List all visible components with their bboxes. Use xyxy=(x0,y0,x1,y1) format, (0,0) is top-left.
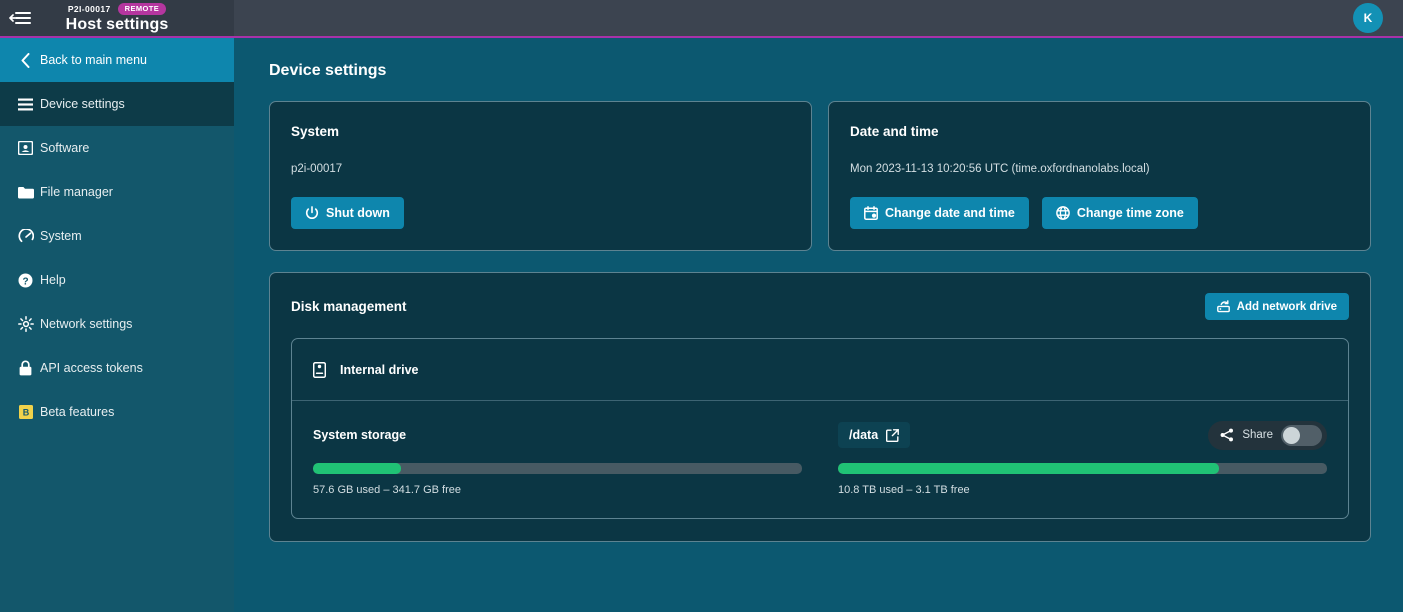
volume-usage-text: 57.6 GB used – 341.7 GB free xyxy=(313,484,461,496)
date-time-card: Date and time Mon 2023-11-13 10:20:56 UT… xyxy=(828,101,1371,251)
software-icon xyxy=(11,141,40,155)
system-card-actions: Shut down xyxy=(291,197,790,229)
volume-name: System storage xyxy=(313,428,407,442)
sidebar-item-label: System xyxy=(40,229,82,243)
volume-usage-fill xyxy=(313,463,402,474)
sidebar-item-device-settings[interactable]: Device settings xyxy=(0,82,234,126)
sidebar-item-label: Back to main menu xyxy=(40,53,147,67)
host-identity: P2I-00017 REMOTE Host settings xyxy=(40,3,234,33)
change-date-and-time-button[interactable]: Change date and time xyxy=(850,197,1029,229)
share-icon xyxy=(1220,428,1234,442)
main-content: Device settings System p2i-00017 Shut do… xyxy=(234,38,1403,612)
volume-usage-text: 10.8 TB used – 3.1 TB free xyxy=(838,484,970,496)
network-icon xyxy=(11,316,40,332)
share-toggle[interactable]: Share xyxy=(1208,420,1327,450)
host-id: P2I-00017 xyxy=(67,3,111,14)
top-cards-row: System p2i-00017 Shut down Date and time… xyxy=(269,101,1371,251)
avatar[interactable]: K xyxy=(1353,3,1383,33)
volume-usage-bar xyxy=(313,463,802,474)
volume-path-button[interactable]: /data xyxy=(838,422,911,448)
sidebar-item-back-to-main-menu[interactable]: Back to main menu xyxy=(0,38,234,82)
list-icon xyxy=(11,98,40,111)
system-card-title: System xyxy=(291,124,340,139)
current-date-time: Mon 2023-11-13 10:20:56 UTC (time.oxford… xyxy=(850,163,1150,175)
top-bar-left: P2I-00017 REMOTE Host settings xyxy=(0,0,234,36)
svg-text:?: ? xyxy=(22,276,28,287)
internal-drive-volumes: System storage 57.6 GB used – 341.7 GB f… xyxy=(292,401,1348,518)
folder-icon xyxy=(11,186,40,199)
lock-icon xyxy=(11,360,40,376)
volume-header: System storage xyxy=(313,421,802,449)
status-badge: REMOTE xyxy=(117,3,167,15)
change-time-zone-button-label: Change time zone xyxy=(1076,206,1184,220)
sidebar-item-api-access-tokens[interactable]: API access tokens xyxy=(0,346,234,390)
sidebar-item-label: Device settings xyxy=(40,97,125,111)
sidebar-item-label: Help xyxy=(40,273,66,287)
host-settings-app: P2I-00017 REMOTE Host settings K Back to… xyxy=(0,0,1403,612)
sidebar-item-label: API access tokens xyxy=(40,361,143,375)
top-bar: P2I-00017 REMOTE Host settings K xyxy=(0,0,1403,38)
help-icon: ? xyxy=(11,273,40,288)
page-header-title: Host settings xyxy=(65,16,169,33)
share-switch-knob xyxy=(1283,426,1300,444)
volume-header: /data Share xyxy=(838,420,1327,450)
sidebar-item-label: Network settings xyxy=(40,317,133,331)
page-title: Device settings xyxy=(269,62,387,79)
internal-drive-panel: Internal drive System storage 57.6 GB us… xyxy=(291,338,1349,519)
volume-usage-bar xyxy=(838,463,1327,474)
volume-path-label: /data xyxy=(849,428,879,442)
sidebar-item-system[interactable]: System xyxy=(0,214,234,258)
internal-drive-label: Internal drive xyxy=(340,362,419,377)
share-toggle-label: Share xyxy=(1242,429,1273,441)
shut-down-button-label: Shut down xyxy=(326,206,390,220)
svg-text:B: B xyxy=(22,408,29,418)
sidebar-item-label: Beta features xyxy=(40,405,115,419)
disk-management-card: Disk management Add network drive Intern… xyxy=(269,272,1371,542)
external-link-icon xyxy=(886,428,900,442)
app-body: Back to main menu Device settings Softwa… xyxy=(0,38,1403,612)
sidebar-item-label: File manager xyxy=(40,185,113,199)
share-switch[interactable] xyxy=(1281,424,1322,446)
sidebar-item-file-manager[interactable]: File manager xyxy=(0,170,234,214)
add-network-drive-button[interactable]: Add network drive xyxy=(1204,293,1349,320)
add-network-drive-button-label: Add network drive xyxy=(1236,300,1337,313)
date-time-card-actions: Change date and time Change time zone xyxy=(850,197,1349,229)
shut-down-button[interactable]: Shut down xyxy=(291,197,404,229)
collapse-sidebar-icon[interactable] xyxy=(0,10,40,26)
chevron-left-icon xyxy=(11,52,40,68)
sidebar-item-label: Software xyxy=(40,141,90,155)
sidebar-item-beta-features[interactable]: B Beta features xyxy=(0,390,234,434)
host-id-row: P2I-00017 REMOTE xyxy=(40,3,194,17)
gauge-icon xyxy=(11,228,40,244)
globe-icon xyxy=(1056,206,1070,220)
change-date-and-time-button-label: Change date and time xyxy=(885,206,1015,220)
volume-usage-fill xyxy=(838,463,1220,474)
sidebar: Back to main menu Device settings Softwa… xyxy=(0,38,234,612)
sidebar-item-network-settings[interactable]: Network settings xyxy=(0,302,234,346)
top-bar-right: K xyxy=(234,0,1403,36)
network-drive-icon xyxy=(1216,300,1230,313)
power-icon xyxy=(305,206,319,220)
disk-management-title: Disk management xyxy=(291,299,407,314)
beta-icon: B xyxy=(11,405,40,419)
sidebar-item-help[interactable]: ? Help xyxy=(0,258,234,302)
sidebar-item-software[interactable]: Software xyxy=(0,126,234,170)
hard-drive-icon xyxy=(313,361,326,378)
system-card: System p2i-00017 Shut down xyxy=(269,101,812,251)
volume-data: /data Share 10.8 TB used – 3.1 TB free xyxy=(838,420,1327,496)
volume-system-storage: System storage 57.6 GB used – 341.7 GB f… xyxy=(313,421,802,496)
disk-management-header: Disk management Add network drive xyxy=(291,293,1349,320)
calendar-icon xyxy=(864,206,878,220)
date-time-card-title: Date and time xyxy=(850,124,939,139)
change-time-zone-button[interactable]: Change time zone xyxy=(1041,197,1198,229)
internal-drive-header: Internal drive xyxy=(292,339,1348,401)
system-device-name: p2i-00017 xyxy=(291,163,343,175)
